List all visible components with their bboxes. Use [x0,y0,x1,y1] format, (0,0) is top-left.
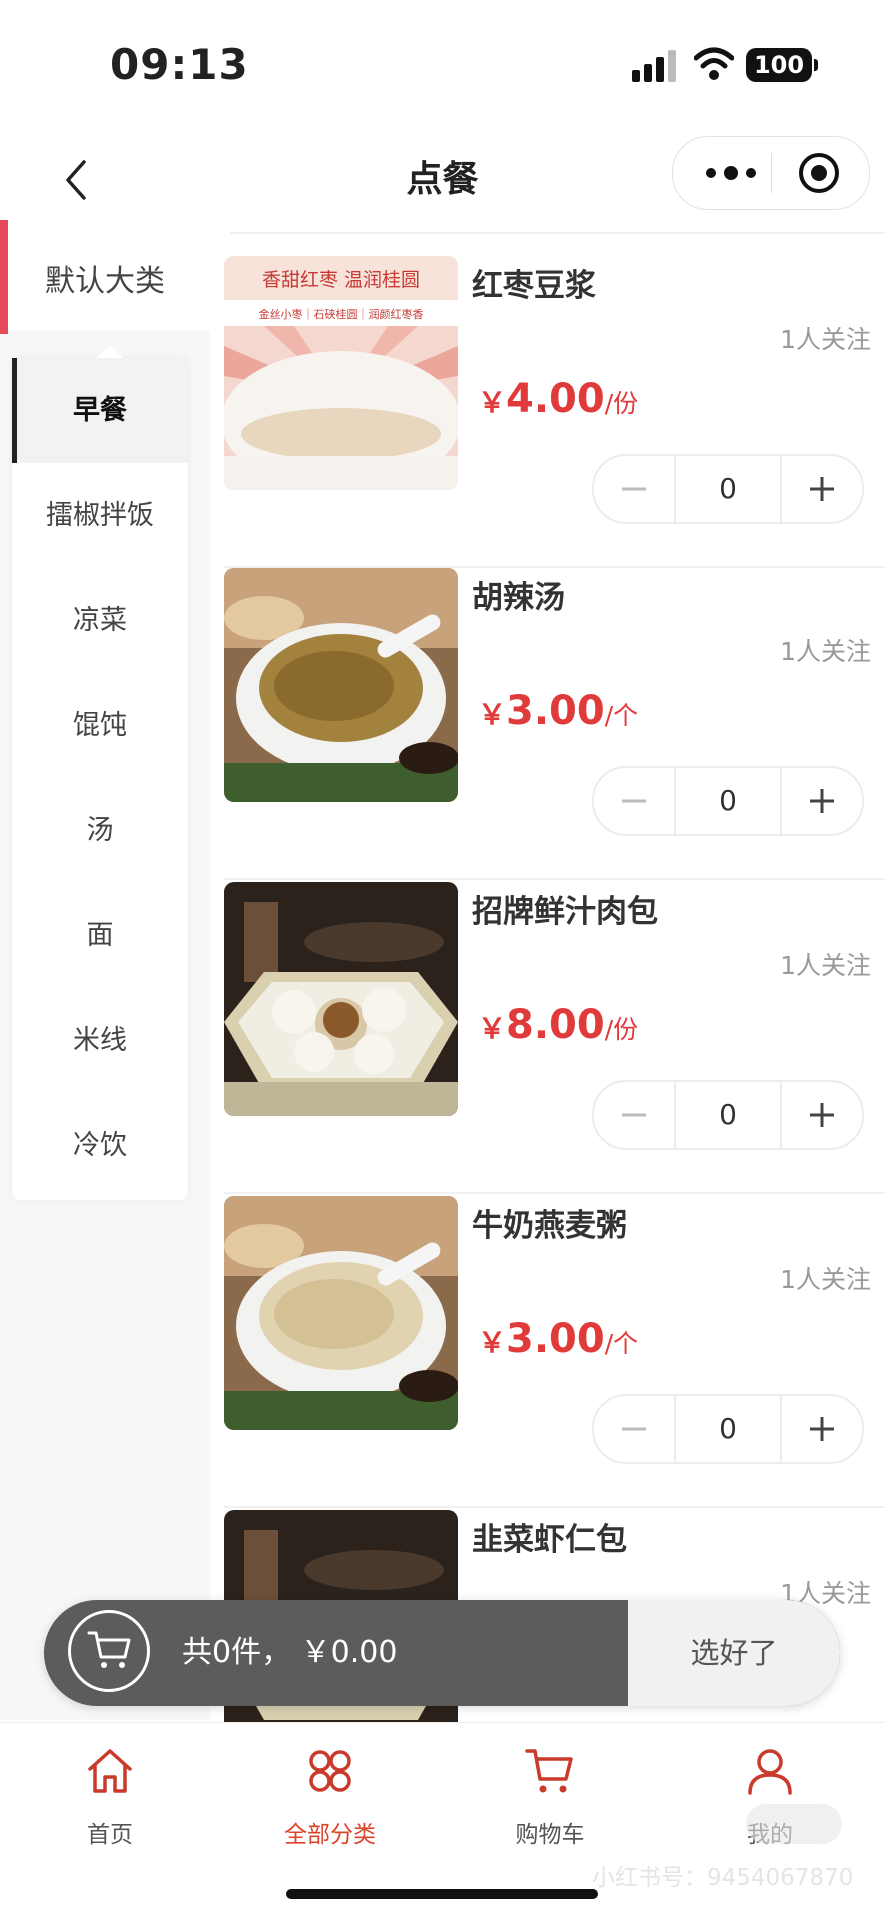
subcategory-item-pepper-rice[interactable]: 擂椒拌饭 [12,463,188,568]
subcategory-item-cold-drinks[interactable]: 冷饮 [12,1093,188,1198]
product-name: 牛奶燕麦粥 [472,1208,627,1244]
cart-icon [525,1749,573,1793]
watermark: 小红书号：9454067870 [592,1865,854,1891]
nav-divider [230,232,885,234]
tab-home[interactable]: 首页 [20,1737,200,1848]
price-unit: /个 [604,701,639,730]
quantity-value[interactable]: 0 [674,1396,782,1462]
follow-count: 1人关注 [780,951,871,980]
user-icon [748,1749,792,1795]
battery-level: 100 [753,51,805,79]
price-amount: 4.00 [506,376,605,422]
currency-symbol: ￥ [478,698,507,731]
price-amount: 8.00 [506,1002,605,1048]
home-icon [88,1749,132,1793]
quantity-stepper: 0 [592,454,864,524]
product-image [224,882,458,1116]
tab-label: 首页 [87,1822,133,1848]
row-divider [224,878,885,880]
category-sidebar: 默认大类 早餐 擂椒拌饭 凉菜 馄饨 汤 面 米线 冷饮 [0,220,210,1720]
tab-all-categories[interactable]: 全部分类 [240,1737,420,1848]
home-indicator[interactable] [286,1889,598,1899]
row-divider [224,1506,885,1508]
banner-tags: 金丝小枣｜石硖桂圆｜润颜红枣香 [259,307,424,321]
tab-cart[interactable]: 购物车 [460,1737,640,1848]
product-card[interactable]: 香甜红枣 温润桂圆 金丝小枣｜石硖桂圆｜润颜红枣香 红枣豆浆 1人关注 ￥4.0… [224,256,885,568]
currency-symbol: ￥ [478,386,507,419]
cart-button[interactable] [68,1610,150,1692]
category-icon [309,1750,351,1792]
product-image: 香甜红枣 温润桂圆 金丝小枣｜石硖桂圆｜润颜红枣香 [224,256,458,490]
product-card[interactable]: 胡辣汤 1人关注 ￥3.00/个 0 [224,568,885,880]
status-bar: 09:13 100 [0,0,885,130]
price-unit: /份 [604,389,639,418]
capsule-divider [771,153,772,193]
product-image [224,1196,458,1430]
price-amount: 3.00 [506,1316,605,1362]
top-category-label: 默认大类 [45,264,165,299]
wifi-icon [694,47,734,80]
cart-icon [87,1631,131,1668]
nav-bar: 点餐 [0,130,885,230]
decrease-button[interactable] [594,456,674,522]
battery-icon: 100 [746,48,818,82]
floating-badge [746,1804,842,1844]
product-name: 胡辣汤 [472,580,565,616]
price-unit: /个 [604,1329,639,1358]
product-price: ￥4.00/份 [478,376,638,422]
top-category[interactable]: 默认大类 [0,220,210,334]
cellular-signal-icon [632,50,676,82]
product-name: 招牌鲜汁肉包 [472,894,658,930]
quantity-stepper: 0 [592,1080,864,1150]
product-price: ￥3.00/个 [478,688,638,734]
product-image [224,568,458,802]
follow-count: 1人关注 [780,325,871,354]
product-card[interactable]: 牛奶燕麦粥 1人关注 ￥3.00/个 0 [224,1196,885,1508]
subcategory-item-noodles[interactable]: 面 [12,883,188,988]
quantity-value[interactable]: 0 [674,456,782,522]
increase-button[interactable] [782,1082,862,1148]
product-name: 红枣豆浆 [472,268,596,304]
decrease-button[interactable] [594,768,674,834]
close-miniprogram-icon[interactable] [797,151,841,195]
tab-label: 全部分类 [284,1822,376,1848]
cart-summary: 共0件， ￥0.00 [182,1635,398,1670]
product-price: ￥8.00/份 [478,1002,638,1048]
list-pointer [96,346,124,358]
increase-button[interactable] [782,456,862,522]
quantity-stepper: 0 [592,766,864,836]
increase-button[interactable] [782,1396,862,1462]
increase-button[interactable] [782,768,862,834]
product-card[interactable]: 招牌鲜汁肉包 1人关注 ￥8.00/份 0 [224,882,885,1194]
follow-count: 1人关注 [780,1265,871,1294]
subcategory-item-soup[interactable]: 汤 [12,778,188,883]
subcategory-item-breakfast[interactable]: 早餐 [12,358,188,463]
follow-count: 1人关注 [780,637,871,666]
quantity-stepper: 0 [592,1394,864,1464]
status-time: 09:13 [110,40,249,89]
cart-bar: 共0件， ￥0.00 选好了 [44,1600,840,1706]
confirm-order-button[interactable]: 选好了 [628,1600,840,1706]
banner-title: 香甜红枣 温润桂圆 [262,269,420,291]
subcategory-item-wonton[interactable]: 馄饨 [12,673,188,778]
more-options-icon[interactable] [701,159,761,187]
quantity-value[interactable]: 0 [674,768,782,834]
product-price: ￥3.00/个 [478,1316,638,1362]
subcategory-item-cold-dishes[interactable]: 凉菜 [12,568,188,673]
tab-label: 购物车 [515,1822,585,1848]
subcategory-item-rice-noodles[interactable]: 米线 [12,988,188,1093]
currency-symbol: ￥ [478,1326,507,1359]
subcategory-list: 早餐 擂椒拌饭 凉菜 馄饨 汤 面 米线 冷饮 [12,346,188,1200]
decrease-button[interactable] [594,1082,674,1148]
price-unit: /份 [604,1015,639,1044]
quantity-value[interactable]: 0 [674,1082,782,1148]
miniprogram-capsule [672,136,870,210]
price-amount: 3.00 [506,688,605,734]
row-divider [224,1192,885,1194]
product-name: 韭菜虾仁包 [472,1522,627,1558]
currency-symbol: ￥ [478,1012,507,1045]
decrease-button[interactable] [594,1396,674,1462]
